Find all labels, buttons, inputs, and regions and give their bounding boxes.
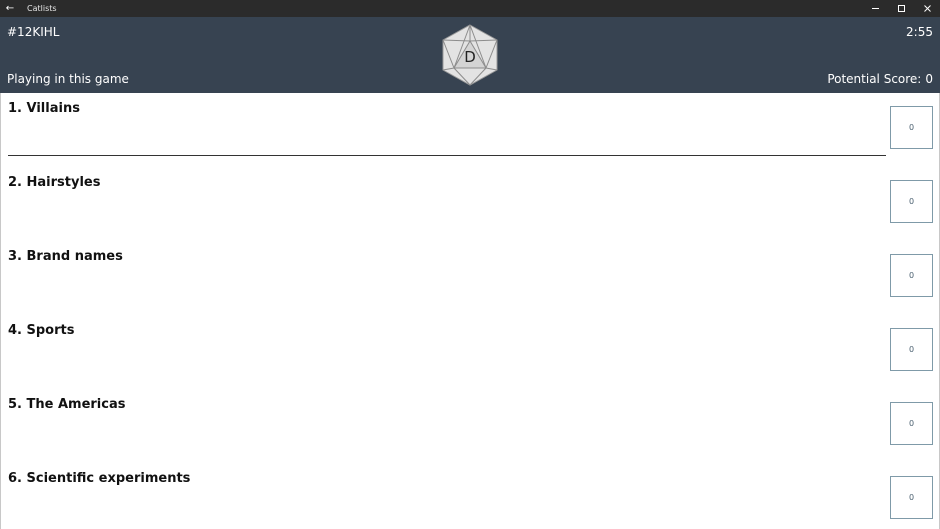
category-score-box[interactable]: 0 (890, 476, 933, 519)
window-title: Catlists (27, 4, 57, 13)
answer-input[interactable] (8, 417, 886, 451)
category-label: 5. The Americas (8, 397, 126, 412)
category-score-box[interactable]: 0 (890, 328, 933, 371)
minimize-icon[interactable] (862, 0, 888, 17)
game-code: #12KIHL (7, 25, 60, 39)
playing-in-game-link[interactable]: Playing in this game (7, 72, 129, 86)
answer-underline (8, 155, 886, 156)
close-icon[interactable] (914, 0, 940, 17)
answer-input[interactable] (8, 343, 886, 377)
category-label: 1. Villains (8, 101, 80, 116)
window-controls (862, 0, 940, 17)
potential-score: Potential Score: 0 (827, 72, 933, 86)
category-label: 2. Hairstyles (8, 175, 101, 190)
category-score-box[interactable]: 0 (890, 254, 933, 297)
answer-input[interactable] (8, 269, 886, 303)
category-score-box[interactable]: 0 (890, 402, 933, 445)
category-score-box[interactable]: 0 (890, 180, 933, 223)
category-label: 6. Scientific experiments (8, 471, 191, 486)
title-bar: ← Catlists (0, 0, 940, 17)
die-letter: D (464, 48, 476, 66)
category-row: 3. Brand names 0 (1, 241, 939, 315)
category-row: 1. Villains 0 (1, 93, 939, 167)
category-score-box[interactable]: 0 (890, 106, 933, 149)
game-header: #12KIHL 2:55 D Playing in this game Pote… (0, 17, 940, 93)
category-label: 4. Sports (8, 323, 75, 338)
category-row: 2. Hairstyles 0 (1, 167, 939, 241)
category-row: 6. Scientific experiments 0 (1, 463, 939, 529)
category-row: 4. Sports 0 (1, 315, 939, 389)
d20-die-icon[interactable]: D (441, 24, 499, 86)
back-arrow-icon[interactable]: ← (0, 0, 20, 17)
countdown-timer: 2:55 (906, 25, 933, 39)
maximize-icon[interactable] (888, 0, 914, 17)
score-label: Potential Score: (827, 72, 922, 86)
category-label: 3. Brand names (8, 249, 123, 264)
answer-input[interactable] (8, 195, 886, 229)
score-value: 0 (925, 72, 933, 86)
answer-input[interactable] (8, 491, 886, 525)
category-list: 1. Villains 0 2. Hairstyles 0 3. Brand n… (0, 93, 940, 529)
answer-input[interactable] (8, 121, 886, 155)
category-row: 5. The Americas 0 (1, 389, 939, 463)
